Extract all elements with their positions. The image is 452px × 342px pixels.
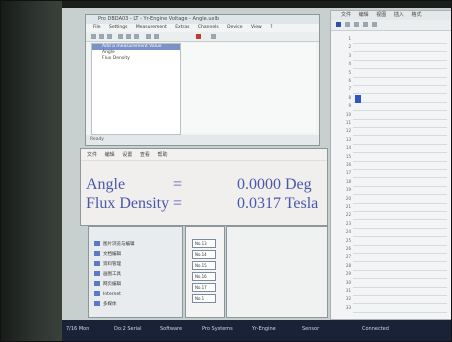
photo-frame (0, 0, 452, 342)
